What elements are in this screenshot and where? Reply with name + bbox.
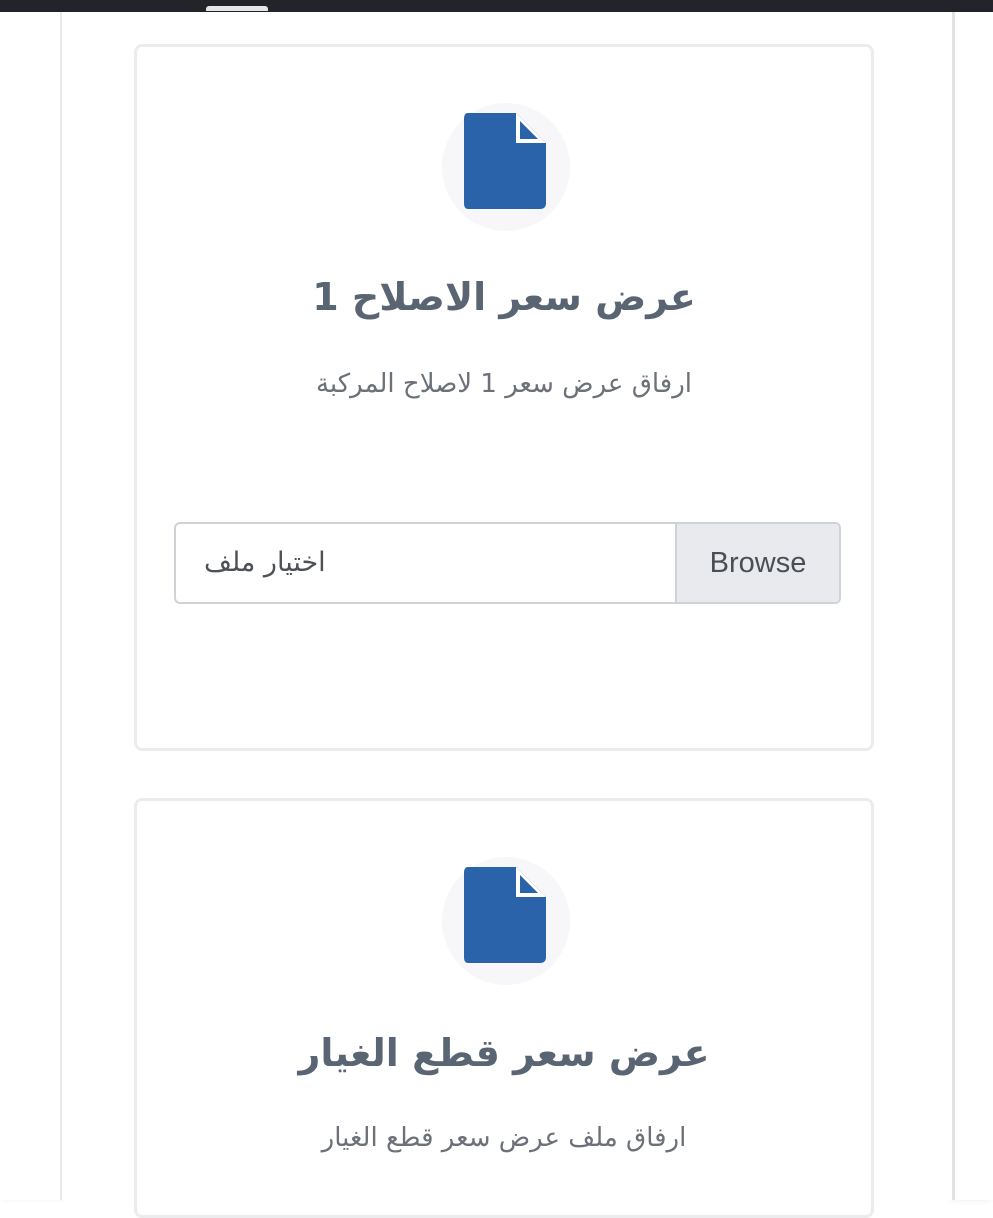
upload-card-parts-quote: عرض سعر قطع الغيار ارفاق ملف عرض سعر قطع… [134,798,874,1218]
tab-handle [206,6,268,11]
file-icon [464,867,546,963]
file-upload-field[interactable]: اختيار ملف Browse [174,522,841,604]
page-content: عرض سعر الاصلاح 1 ارفاق عرض سعر 1 لاصلاح… [62,12,952,1218]
card-subtitle: ارفاق ملف عرض سعر قطع الغيار [321,1123,687,1153]
left-panel-edge [0,12,62,1200]
browse-button[interactable]: Browse [675,524,839,602]
file-input-placeholder: اختيار ملف [204,547,326,578]
card-title: عرض سعر الاصلاح 1 [312,275,696,319]
file-icon-circle [442,103,570,231]
file-input-label[interactable]: اختيار ملف [176,524,677,602]
card-subtitle: ارفاق عرض سعر 1 لاصلاح المركبة [315,369,693,399]
file-icon-circle [442,857,570,985]
right-panel-edge [952,12,993,1200]
top-status-bar [0,0,993,12]
upload-card-repair-quote: عرض سعر الاصلاح 1 ارفاق عرض سعر 1 لاصلاح… [134,44,874,751]
card-title: عرض سعر قطع الغيار [298,1031,710,1075]
file-icon [464,113,546,209]
